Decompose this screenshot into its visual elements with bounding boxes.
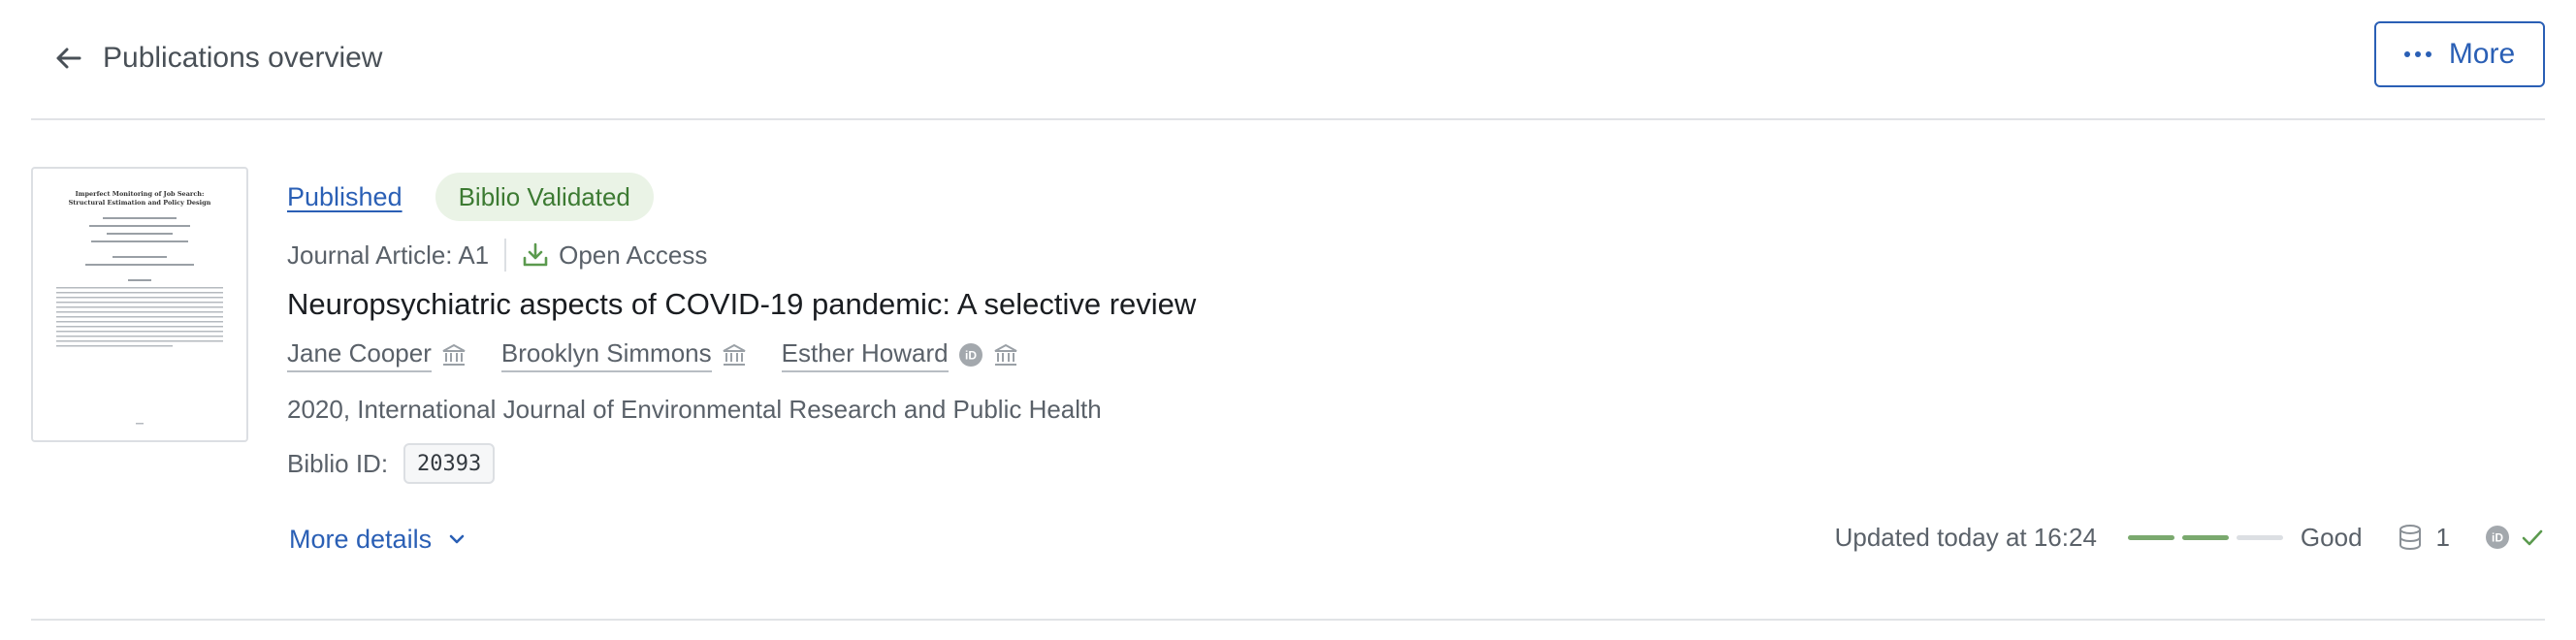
updated-timestamp: Updated today at 16:24 — [1834, 522, 2097, 552]
ellipsis-icon — [2403, 51, 2431, 57]
quality-indicator — [2127, 534, 2283, 540]
author-item[interactable]: Esther Howard iD — [781, 338, 1018, 372]
biblio-id-label: Biblio ID: — [287, 448, 389, 478]
status-link[interactable]: Published — [287, 182, 402, 212]
publication-meta: Updated today at 16:24 Good 1 iD — [1835, 518, 2545, 557]
more-details-toggle[interactable]: More details — [289, 520, 467, 559]
institution-icon — [722, 342, 747, 368]
orcid-icon: iD — [958, 342, 983, 368]
thumbnail-title-line-2: Structural Estimation and Policy Design — [69, 199, 211, 207]
open-access-indicator: Open Access — [522, 240, 707, 271]
more-details-label: More details — [289, 524, 433, 554]
database-icon — [2398, 524, 2423, 551]
institution-icon — [441, 342, 467, 368]
orcid-icon: iD — [2486, 526, 2509, 549]
arrow-left-icon — [56, 48, 81, 69]
biblio-id-row: Biblio ID: 20393 — [287, 442, 496, 485]
check-icon — [2522, 529, 2543, 546]
author-name: Brooklyn Simmons — [500, 338, 712, 372]
quality-bar — [2127, 534, 2174, 540]
orcid-status: iD — [2485, 525, 2545, 550]
thumbnail-title-line-1: Imperfect Monitoring of Job Search: — [76, 190, 205, 198]
page-header: Publications overview More — [31, 0, 2545, 120]
publication-thumbnail[interactable]: Imperfect Monitoring of Job Search: Stru… — [31, 167, 248, 442]
author-list: Jane Cooper Brooklyn Simmons Esther Howa… — [287, 336, 1053, 374]
author-name: Esther Howard — [781, 338, 949, 372]
download-icon — [523, 242, 548, 267]
divider — [504, 239, 507, 272]
page-title: Publications overview — [103, 42, 383, 74]
more-button-label: More — [2448, 38, 2516, 70]
more-button[interactable]: More — [2374, 21, 2545, 87]
author-name: Jane Cooper — [287, 338, 432, 372]
publication-type-row: Journal Article: A1 Open Access — [287, 237, 707, 273]
svg-text:iD: iD — [2492, 531, 2503, 545]
quality-bar — [2181, 534, 2229, 540]
author-item[interactable]: Jane Cooper — [287, 338, 467, 372]
publication-type: Journal Article: A1 — [287, 240, 490, 270]
institution-icon — [993, 342, 1018, 368]
publication-detail-page: Publications overview More Imperfect Mon… — [0, 0, 2576, 640]
publication-source: 2020, International Journal of Environme… — [287, 395, 1102, 424]
quality-bar — [2236, 534, 2283, 540]
validation-badge: Biblio Validated — [435, 173, 654, 221]
back-button[interactable] — [48, 39, 87, 78]
svg-text:iD: iD — [965, 349, 977, 363]
quality-label: Good — [2300, 522, 2363, 552]
datasource-count: 1 — [2435, 522, 2450, 552]
biblio-id-value[interactable]: 20393 — [403, 443, 496, 484]
row-divider — [31, 619, 2545, 621]
author-item[interactable]: Brooklyn Simmons — [500, 338, 747, 372]
chevron-down-icon — [449, 534, 465, 544]
publication-title[interactable]: Neuropsychiatric aspects of COVID-19 pan… — [287, 285, 1196, 324]
status-row: Published Biblio Validated — [287, 173, 654, 221]
open-access-label: Open Access — [559, 240, 708, 270]
